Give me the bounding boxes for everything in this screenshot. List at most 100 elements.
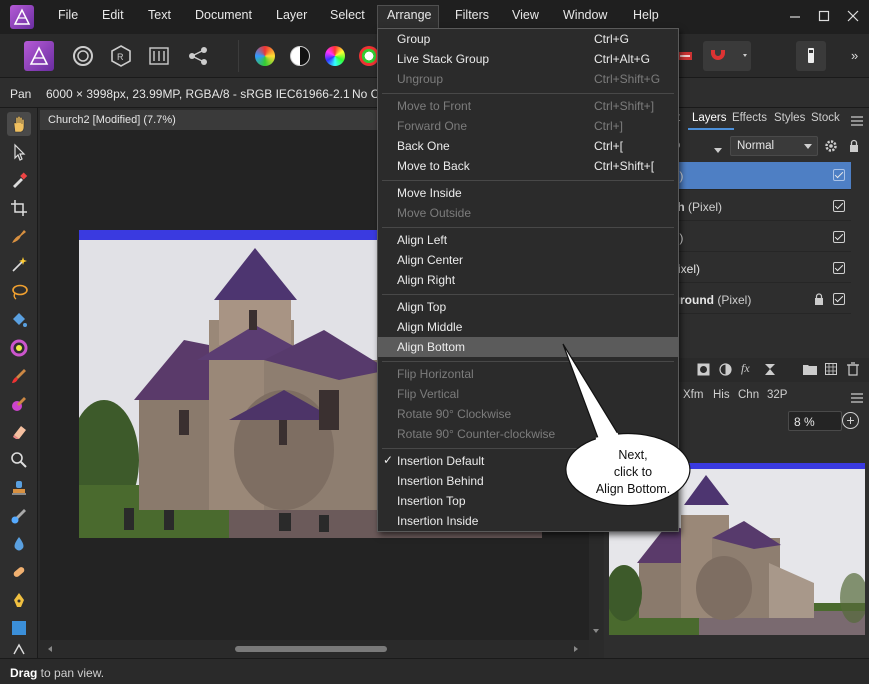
menu-item-align-left[interactable]: Align Left [378,230,678,250]
color-replacement-brush-icon[interactable] [7,392,31,416]
horizontal-scroll-thumb[interactable] [235,646,387,652]
menu-arrange[interactable]: Arrange [387,8,431,22]
menu-item-ungroup[interactable]: Ungroup Ctrl+Shift+G [378,69,678,89]
magic-wand-icon[interactable] [7,252,31,276]
navigator-menu-icon[interactable] [851,392,863,406]
menu-item-move-outside[interactable]: Move Outside [378,203,678,223]
zoom-field[interactable]: 8 % [788,411,842,431]
pen-tool-icon[interactable] [7,588,31,612]
auto-levels-icon[interactable] [255,46,275,66]
tab-effects[interactable]: Effects [732,112,767,124]
assistant-icon[interactable] [796,41,826,71]
layer-lock-icon[interactable] [814,293,824,309]
maximize-icon[interactable] [817,9,831,23]
status-text: Drag to pan view. [10,666,105,680]
paint-brush-icon[interactable] [7,364,31,388]
crop-tool-icon[interactable] [7,196,31,220]
menu-item-move-inside[interactable]: Move Inside [378,183,678,203]
menu-file[interactable]: File [58,8,78,22]
status-bar: Drag to pan view. [0,658,869,684]
callout-text: Next, click to Align Bottom. [595,448,671,496]
clone-stamp-icon[interactable] [7,476,31,500]
fx-icon[interactable]: fx [741,361,750,376]
tab-32p[interactable]: 32P [767,389,787,401]
layer-visibility-checkbox[interactable] [833,293,845,305]
lock-icon[interactable] [848,139,860,156]
tone-mapping-persona-icon[interactable] [144,41,174,71]
menu-text[interactable]: Text [148,8,171,22]
document-info: 6000 × 3998px, 23.99MP, RGBA/8 - sRGB IE… [46,87,350,101]
auto-contrast-icon[interactable] [290,46,310,66]
layer-visibility-checkbox[interactable] [833,262,845,274]
move-tool-icon[interactable] [7,140,31,164]
hand-tool-icon[interactable] [7,112,31,136]
zoom-in-icon[interactable] [842,412,859,429]
color-picker-icon[interactable] [7,168,31,192]
horizontal-scrollbar[interactable] [40,640,589,657]
menu-item-move-to-front[interactable]: Move to Front Ctrl+Shift+] [378,96,678,116]
auto-colors-icon[interactable] [325,46,345,66]
layer-visibility-checkbox[interactable] [833,231,845,243]
flood-fill-icon[interactable] [7,308,31,332]
lasso-tool-icon[interactable] [7,280,31,304]
tab-stock[interactable]: Stock [811,112,840,124]
erase-brush-icon[interactable] [7,420,31,444]
tab-layers[interactable]: Layers [692,112,727,124]
tab-history[interactable]: His [713,389,730,401]
affinity-photo-logo-icon [10,5,34,29]
menu-filters[interactable]: Filters [455,8,489,22]
adjustment-icon[interactable] [719,363,732,379]
overflow-icon[interactable]: » [851,48,858,63]
context-extra-label: No C [352,87,380,101]
photo-persona-icon[interactable] [24,41,54,71]
snapping-magnet-icon[interactable] [703,41,751,71]
live-filter-icon[interactable] [764,363,776,379]
tab-channels[interactable]: Chn [738,389,759,401]
menu-help[interactable]: Help [633,8,659,22]
menu-item-move-to-back[interactable]: Move to Back Ctrl+Shift+[ [378,156,678,176]
pixel-layer-icon[interactable] [825,363,837,378]
gradient-tool-icon[interactable] [7,336,31,360]
menu-item-group[interactable]: Group Ctrl+G [378,29,678,49]
blend-mode-value: Normal [737,140,775,152]
menu-edit[interactable]: Edit [102,8,124,22]
develop-persona-icon[interactable]: R [106,41,136,71]
liquify-persona-icon[interactable] [68,41,98,71]
gear-icon[interactable] [824,139,838,156]
trash-icon[interactable] [847,362,859,379]
zoom-value: 8 % [794,415,815,429]
menu-item-back-one[interactable]: Back One Ctrl+[ [378,136,678,156]
layer-visibility-checkbox[interactable] [833,169,845,181]
zoom-tool-icon[interactable] [7,448,31,472]
checkmark-icon: ✓ [383,453,394,467]
menu-item-forward-one[interactable]: Forward One Ctrl+] [378,116,678,136]
folder-icon[interactable] [803,363,817,378]
menu-view[interactable]: View [512,8,539,22]
menu-select[interactable]: Select [330,8,365,22]
text-tool-icon[interactable] [7,640,31,655]
menu-window[interactable]: Window [563,8,607,22]
selection-brush-icon[interactable] [7,224,31,248]
close-icon[interactable] [846,9,860,23]
export-persona-icon[interactable] [183,41,213,71]
panel-menu-icon[interactable] [851,115,863,129]
menu-item-align-center[interactable]: Align Center [378,250,678,270]
healing-brush-icon[interactable] [7,504,31,528]
svg-text:R: R [117,52,124,62]
auto-white-balance-icon[interactable] [359,46,379,66]
menu-item-live-stack-group[interactable]: Live Stack Group Ctrl+Alt+G [378,49,678,69]
minimize-icon[interactable] [788,9,802,23]
menu-layer[interactable]: Layer [276,8,307,22]
patch-tool-icon[interactable] [7,560,31,584]
current-tool-label: Pan [10,87,32,101]
blend-mode-select[interactable]: Normal [730,136,818,156]
menu-item-align-top[interactable]: Align Top [378,297,678,317]
blur-brush-icon[interactable] [7,532,31,556]
layer-visibility-checkbox[interactable] [833,200,845,212]
menu-document[interactable]: Document [195,8,252,22]
rectangle-tool-icon[interactable] [7,616,31,640]
opacity-dropdown-icon[interactable] [714,143,722,157]
tab-styles[interactable]: Styles [774,112,805,124]
menu-item-align-middle[interactable]: Align Middle [378,317,678,337]
menu-item-align-right[interactable]: Align Right [378,270,678,290]
